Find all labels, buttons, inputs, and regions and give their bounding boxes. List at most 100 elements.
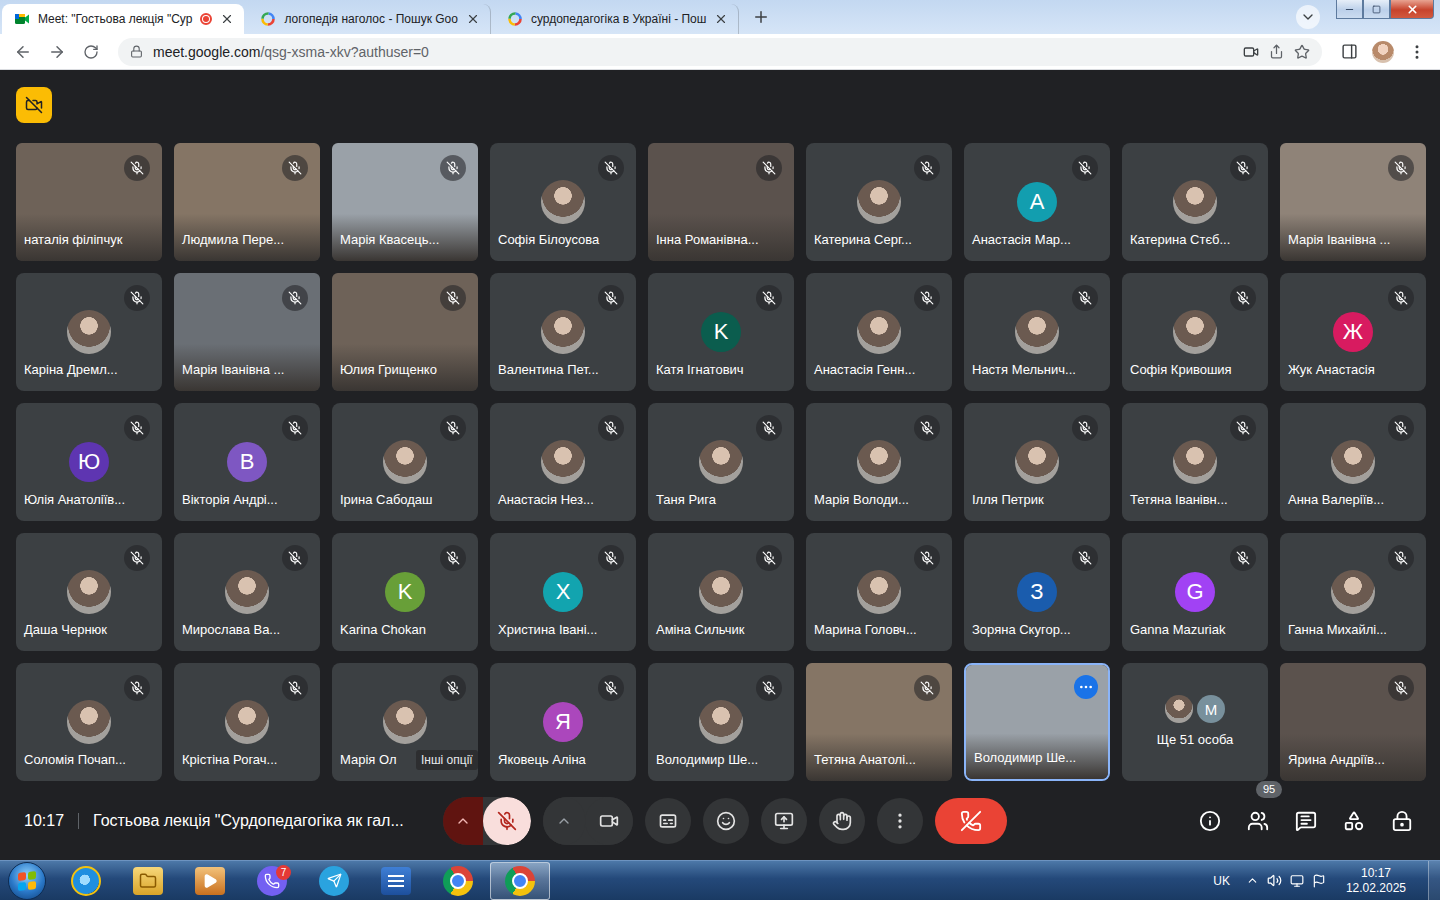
- participant-tile[interactable]: MЩе 51 особа: [1122, 663, 1268, 781]
- taskbar-app[interactable]: [118, 862, 178, 900]
- participant-tile[interactable]: Марія Іванівна ...: [1280, 143, 1426, 261]
- meeting-details-button[interactable]: [1186, 797, 1234, 845]
- participant-tile[interactable]: Ярина Андріїв...: [1280, 663, 1426, 781]
- participant-tile[interactable]: GGanna Mazuriak: [1122, 533, 1268, 651]
- present-button[interactable]: [761, 798, 807, 844]
- participant-tile[interactable]: Крістіна Рогач...: [174, 663, 320, 781]
- taskbar-app[interactable]: [180, 862, 240, 900]
- notice-badge[interactable]: [16, 87, 52, 123]
- chevron-up-icon[interactable]: [1246, 874, 1259, 887]
- taskbar-app[interactable]: 7: [242, 862, 302, 900]
- participant-tile[interactable]: Анна Валеріїв...: [1280, 403, 1426, 521]
- participant-tile[interactable]: Людмила Пере...: [174, 143, 320, 261]
- browser-tab[interactable]: сурдопедагогіка в Україні - Пош: [495, 4, 739, 34]
- close-icon[interactable]: [220, 12, 234, 26]
- captions-button[interactable]: [645, 798, 691, 844]
- taskbar-app[interactable]: [366, 862, 426, 900]
- participant-tile[interactable]: Катерина Стєб...: [1122, 143, 1268, 261]
- participant-tile[interactable]: Володимир Ше...: [964, 663, 1110, 781]
- participant-tile[interactable]: наталія філіпчук: [16, 143, 162, 261]
- leave-call-button[interactable]: [935, 798, 1007, 844]
- browser-tab[interactable]: Meet: "Гостьова лекція "Сур: [2, 4, 244, 34]
- browser-tab[interactable]: логопедія наголос - Пошук Goo: [248, 4, 491, 34]
- participant-tile[interactable]: Катерина Серг...: [806, 143, 952, 261]
- forward-button[interactable]: [42, 37, 72, 67]
- participant-tile[interactable]: Володимир Ше...: [648, 663, 794, 781]
- chat-button[interactable]: [1282, 797, 1330, 845]
- url-field[interactable]: meet.google.com/qsg-xsma-xkv?authuser=0: [118, 38, 1322, 66]
- participant-tile[interactable]: Валентина Пет...: [490, 273, 636, 391]
- camera-button[interactable]: [585, 797, 633, 845]
- more-participants[interactable]: MЩе 51 особа: [1122, 663, 1268, 781]
- participant-tile[interactable]: Інна Романівна...: [648, 143, 794, 261]
- network-icon[interactable]: [1290, 874, 1304, 888]
- clock[interactable]: 10:1712.02.2025: [1340, 866, 1412, 896]
- side-panel-button[interactable]: [1334, 37, 1364, 67]
- participant-tile[interactable]: Каріна Дремл...: [16, 273, 162, 391]
- new-tab-button[interactable]: [747, 3, 775, 31]
- show-desktop-button[interactable]: [1428, 861, 1440, 900]
- participant-tile[interactable]: Настя Мельнич...: [964, 273, 1110, 391]
- browser-menu-button[interactable]: [1402, 37, 1432, 67]
- maximize-button[interactable]: [1363, 0, 1390, 19]
- action-center-icon[interactable]: [1312, 874, 1326, 888]
- participant-tile[interactable]: Даша Чернюк: [16, 533, 162, 651]
- participant-tile[interactable]: Юлия Грищенко: [332, 273, 478, 391]
- back-button[interactable]: [8, 37, 38, 67]
- language-indicator[interactable]: UK: [1213, 874, 1230, 888]
- participant-tile[interactable]: Соломія Почап...: [16, 663, 162, 781]
- tile-options-button[interactable]: [1074, 675, 1098, 699]
- start-button[interactable]: [8, 862, 46, 900]
- participant-tile[interactable]: ЯЯковець Аліна: [490, 663, 636, 781]
- participant-tile[interactable]: Марія Іванівна ...: [174, 273, 320, 391]
- activities-button[interactable]: [1330, 797, 1378, 845]
- mic-button[interactable]: [483, 797, 531, 845]
- participant-tile[interactable]: Мирослава Ва...: [174, 533, 320, 651]
- raise-hand-button[interactable]: [819, 798, 865, 844]
- profile-button[interactable]: [1368, 37, 1398, 67]
- reactions-button[interactable]: [703, 798, 749, 844]
- participant-tile[interactable]: ЖЖук Анастасія: [1280, 273, 1426, 391]
- reload-button[interactable]: [76, 37, 106, 67]
- participant-tile[interactable]: XХристина Івані...: [490, 533, 636, 651]
- close-icon[interactable]: [714, 12, 728, 26]
- minimize-button[interactable]: [1336, 0, 1363, 19]
- taskbar-app[interactable]: [304, 862, 364, 900]
- video-options-button[interactable]: [543, 797, 585, 845]
- volume-icon[interactable]: [1267, 873, 1282, 888]
- close-icon[interactable]: [466, 12, 480, 26]
- audio-options-button[interactable]: [443, 797, 483, 845]
- participant-tile[interactable]: Ілля Петрик: [964, 403, 1110, 521]
- close-window-button[interactable]: [1390, 0, 1434, 19]
- participant-tile[interactable]: Софія Кривошия: [1122, 273, 1268, 391]
- participant-tile[interactable]: ЮЮлія Анатоліїв...: [16, 403, 162, 521]
- taskbar-app[interactable]: [428, 862, 488, 900]
- participant-tile[interactable]: AАнастасія Мар...: [964, 143, 1110, 261]
- tab-search-button[interactable]: [1296, 5, 1320, 29]
- participant-tile[interactable]: Марія Володи...: [806, 403, 952, 521]
- participant-tile[interactable]: Марина Головч...: [806, 533, 952, 651]
- participant-tile[interactable]: ЗЗоряна Скугор...: [964, 533, 1110, 651]
- taskbar-app[interactable]: [56, 862, 116, 900]
- participant-tile[interactable]: Ірина Сабодаш: [332, 403, 478, 521]
- participant-tile[interactable]: KКатя Ігнатович: [648, 273, 794, 391]
- host-controls-button[interactable]: [1378, 797, 1426, 845]
- camera-in-use-icon[interactable]: [1243, 44, 1259, 60]
- star-icon[interactable]: [1294, 44, 1310, 60]
- participant-tile[interactable]: Тетяна Анатолі...: [806, 663, 952, 781]
- participant-tile[interactable]: Софія Білоусова: [490, 143, 636, 261]
- participant-tile[interactable]: Ганна Михайлі...: [1280, 533, 1426, 651]
- participant-tile[interactable]: Аміна Сильчик: [648, 533, 794, 651]
- participant-tile[interactable]: Анастасія Генн...: [806, 273, 952, 391]
- participant-tile[interactable]: BВікторія Андрі...: [174, 403, 320, 521]
- participant-tile[interactable]: Марія Квасець...: [332, 143, 478, 261]
- more-options-button[interactable]: [877, 798, 923, 844]
- participant-tile[interactable]: Марія ОлІнші опції: [332, 663, 478, 781]
- participant-tile[interactable]: KKarina Chokan: [332, 533, 478, 651]
- participant-tile[interactable]: Таня Рига: [648, 403, 794, 521]
- participant-tile[interactable]: Анастасія Нез...: [490, 403, 636, 521]
- taskbar-app[interactable]: [490, 862, 550, 900]
- participant-tile[interactable]: Тетяна Іванівн...: [1122, 403, 1268, 521]
- share-icon[interactable]: [1269, 44, 1284, 59]
- people-button[interactable]: 95: [1234, 797, 1282, 845]
